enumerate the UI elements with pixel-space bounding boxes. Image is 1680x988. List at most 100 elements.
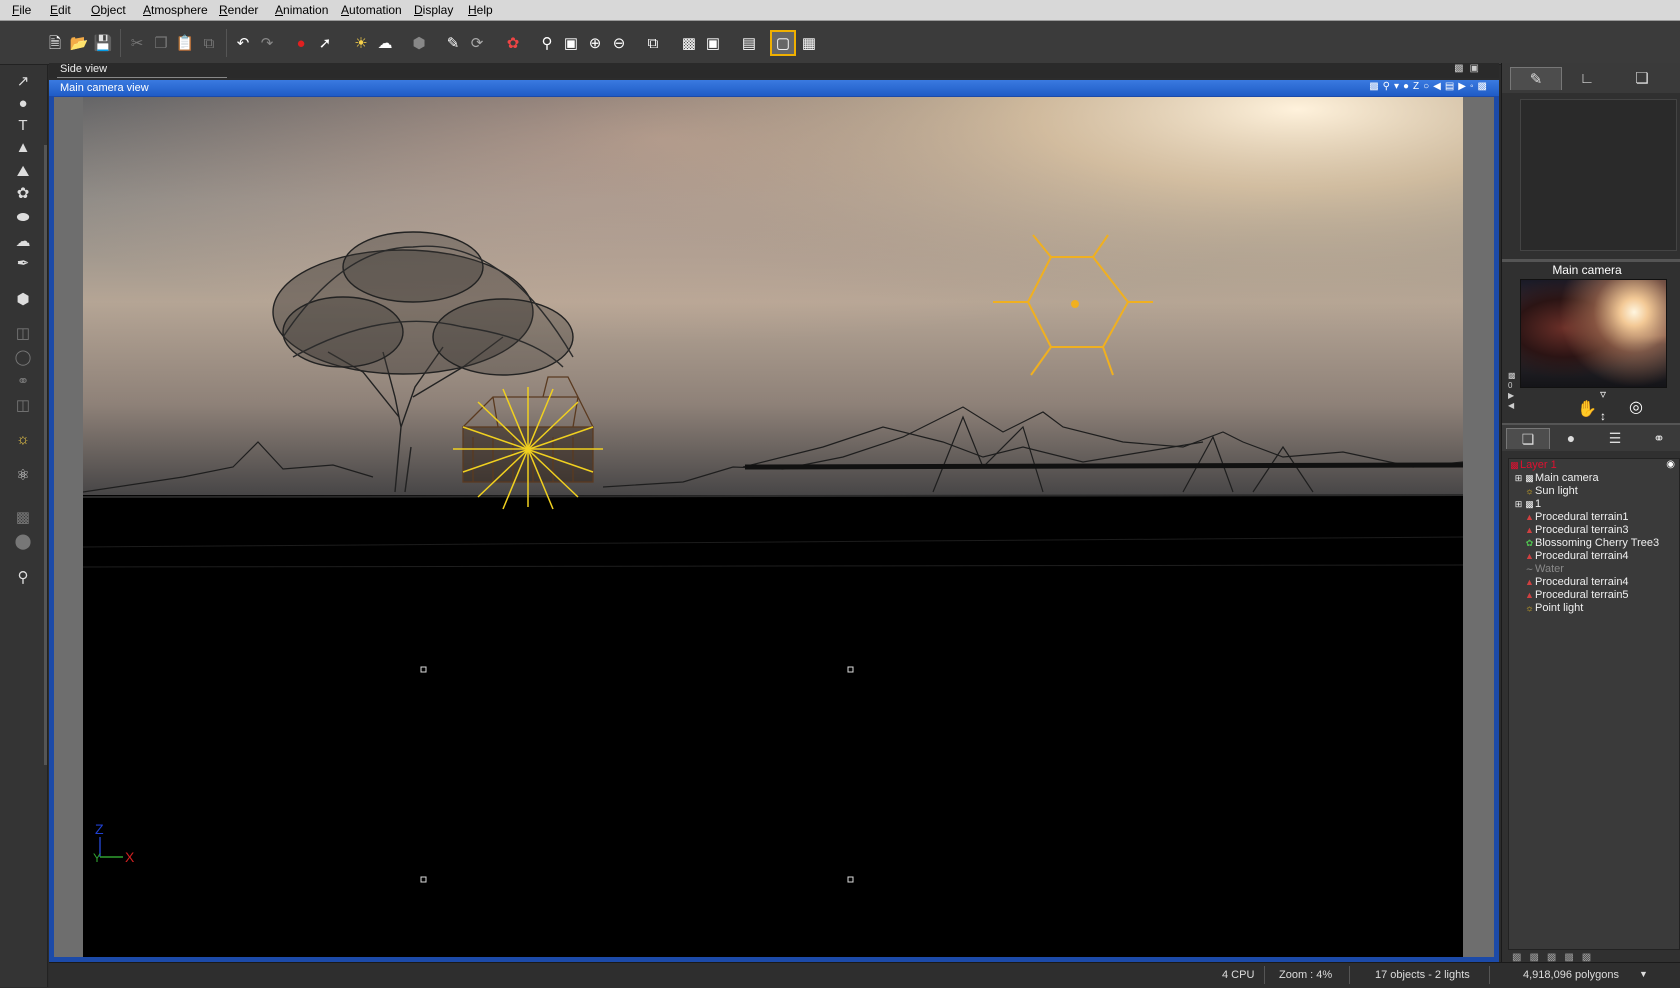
textures-tab-icon[interactable]: ☰ bbox=[1594, 428, 1636, 448]
render-area-icon[interactable]: ▩ bbox=[678, 32, 700, 54]
view-display-options-icon[interactable]: ▩⚲▾●Z○◀▤▶◦▩ bbox=[1369, 81, 1491, 92]
cloud-icon[interactable]: ☁ bbox=[13, 231, 33, 251]
open-file-icon[interactable]: 📂 bbox=[68, 32, 90, 54]
menu-render[interactable]: Render bbox=[219, 3, 258, 17]
sphere-icon[interactable]: ● bbox=[13, 93, 33, 113]
metablob-icon[interactable]: ⬤ bbox=[13, 531, 33, 551]
objects-list-tab-icon[interactable]: ❏ bbox=[1506, 428, 1550, 449]
save-icon[interactable]: 💾 bbox=[92, 32, 114, 54]
tree-item-point-light[interactable]: ☼Point light bbox=[1513, 602, 1583, 615]
menu-display[interactable]: Display bbox=[414, 3, 453, 17]
camera-preview-image[interactable] bbox=[1520, 279, 1667, 388]
tilt-up-icon[interactable]: ▿ bbox=[1600, 387, 1606, 401]
animation-clapper-icon[interactable]: ▤ bbox=[738, 32, 760, 54]
polygon-count: 4,918,096 polygons bbox=[1523, 969, 1620, 981]
camera-preview-side-icons[interactable]: ▩ 0 ▶ ◀ bbox=[1508, 371, 1518, 421]
side-view-window-controls[interactable]: ▩▣ bbox=[1454, 63, 1485, 74]
undo-icon[interactable]: ↶ bbox=[232, 32, 254, 54]
light-icon[interactable]: ☼ bbox=[13, 429, 33, 449]
pan-hand-icon[interactable]: ✋ bbox=[1577, 399, 1597, 419]
sky-icon[interactable]: ☀ bbox=[350, 32, 372, 54]
zoom-out-icon[interactable]: ⊖ bbox=[608, 32, 630, 54]
main-toolbar: 🗎 📂 💾 ✂ ❐ 📋 ⧉ ↶ ↷ ● ➚ ☀ ☁ ⬢ ✎ ⟳ ✿ ⚲ ▣ ⊕ … bbox=[0, 21, 1680, 65]
menu-automation[interactable]: Automation bbox=[341, 3, 402, 17]
fit-view-icon[interactable]: ⧉ bbox=[642, 32, 664, 54]
toolbar-resize-handle[interactable] bbox=[44, 145, 47, 765]
zoom-in-icon[interactable]: ⊕ bbox=[584, 32, 606, 54]
new-file-icon[interactable]: 🗎 bbox=[44, 32, 66, 54]
menu-file[interactable]: File bbox=[12, 3, 31, 17]
aspect-panel bbox=[1520, 99, 1677, 251]
menu-animation[interactable]: Animation bbox=[275, 3, 328, 17]
zoom-region-icon[interactable]: ▣ bbox=[560, 32, 582, 54]
tree-item-water[interactable]: ∼ Water bbox=[1513, 563, 1564, 576]
dolly-arrows-icon[interactable]: ↕ bbox=[1600, 409, 1606, 423]
menu-edit[interactable]: Edit bbox=[50, 3, 71, 17]
status-dropdown-icon[interactable]: ▼ bbox=[1639, 969, 1648, 979]
select-tool-icon[interactable]: ➚ bbox=[314, 32, 336, 54]
scene-graphics: Z Y X bbox=[83, 97, 1463, 957]
edit-object-icon[interactable]: ✎ bbox=[442, 32, 464, 54]
render-scene-icon[interactable]: ▣ bbox=[702, 32, 724, 54]
torus-icon[interactable]: ◯ bbox=[13, 347, 33, 367]
tree-item-terrain[interactable]: ▲Procedural terrain3 bbox=[1513, 524, 1629, 537]
stack-icon[interactable]: ◫ bbox=[13, 395, 33, 415]
layer-visibility-eye-icon[interactable]: ◉ bbox=[1666, 459, 1675, 470]
cut-icon[interactable]: ✂ bbox=[126, 32, 148, 54]
redo-icon[interactable]: ↷ bbox=[256, 32, 278, 54]
select-object-icon[interactable]: ● bbox=[290, 32, 312, 54]
single-view-icon[interactable]: ▢ bbox=[770, 30, 796, 56]
main-camera-view-label: Main camera view bbox=[60, 82, 149, 94]
tree-item-sun-light[interactable]: ☼Sun light bbox=[1513, 485, 1577, 498]
tree-item-main-camera[interactable]: ⊞ ▩Main camera bbox=[1513, 472, 1599, 485]
color-palette-icon[interactable]: ✿ bbox=[502, 32, 524, 54]
brush-icon[interactable]: ✒ bbox=[13, 253, 33, 273]
boolean-icon[interactable]: ⚭ bbox=[13, 371, 33, 391]
panel-divider[interactable] bbox=[1502, 259, 1680, 262]
menu-atmosphere[interactable]: Atmosphere bbox=[143, 3, 208, 17]
menu-help[interactable]: Help bbox=[468, 3, 493, 17]
tree-item-group[interactable]: ⊞ ▩1 bbox=[1513, 498, 1541, 511]
brush-tab-icon[interactable]: ✎ bbox=[1510, 67, 1562, 90]
object-creation-toolbar: ↗ ● T ▲ ⛰ ✿ ⬬ ☁ ✒ ⬢ ◫ ◯ ⚭ ◫ ☼ ⚛ ▩ ⬤ ⚲ bbox=[0, 65, 48, 987]
copy-icon[interactable]: ❐ bbox=[150, 32, 172, 54]
terrain-icon[interactable]: ▲ bbox=[13, 137, 33, 157]
axis-z-label: Z bbox=[95, 821, 104, 837]
tree-item-terrain[interactable]: ▲Procedural terrain5 bbox=[1513, 589, 1629, 602]
aspect-tabs: ✎ ∟ ❏ bbox=[1502, 63, 1680, 93]
main-camera-view-titlebar[interactable]: Main camera view ▩⚲▾●Z○◀▤▶◦▩ bbox=[49, 80, 1499, 96]
orbit-eye-icon[interactable]: ◎ bbox=[1629, 397, 1643, 417]
library-icon[interactable]: ⚲ bbox=[13, 567, 33, 587]
objects-tab-icon[interactable]: ❏ bbox=[1617, 67, 1667, 89]
tree-item-terrain[interactable]: ▲Procedural terrain1 bbox=[1513, 511, 1629, 524]
main-camera-view-window: Main camera view ▩⚲▾●Z○◀▤▶◦▩ Z Y X bbox=[49, 80, 1499, 962]
tree-item-terrain[interactable]: ▲Procedural terrain4 bbox=[1513, 550, 1629, 563]
group-icon[interactable]: ▩ bbox=[13, 507, 33, 527]
render-preview-scene[interactable]: Z Y X bbox=[83, 97, 1463, 957]
duplicate-icon[interactable]: ⧉ bbox=[198, 32, 220, 54]
tree-item-plant[interactable]: ✿ Blossoming Cherry Tree3 bbox=[1513, 537, 1659, 550]
material-icon[interactable]: ⬢ bbox=[408, 32, 430, 54]
egg-icon[interactable]: ⬬ bbox=[13, 207, 33, 227]
clouds-icon[interactable]: ☁ bbox=[374, 32, 396, 54]
molecule-icon[interactable]: ⚛ bbox=[13, 465, 33, 485]
paste-icon[interactable]: 📋 bbox=[174, 32, 196, 54]
multi-view-icon[interactable]: ▦ bbox=[798, 32, 820, 54]
rocks-icon[interactable]: ⛰ bbox=[13, 161, 33, 181]
viewport[interactable]: Z Y X bbox=[54, 97, 1494, 957]
select-arrow-icon[interactable]: ↗ bbox=[13, 71, 33, 91]
scene-object-tree: ▩Layer 1 ⊞ ▩Main camera ☼Sun light ⊞ ▩1 ▲P… bbox=[1508, 458, 1680, 950]
ruler-tab-icon[interactable]: ∟ bbox=[1562, 67, 1612, 89]
tree-item-terrain[interactable]: ▲Procedural terrain4 bbox=[1513, 576, 1629, 589]
text-icon[interactable]: T bbox=[13, 115, 33, 135]
zoom-object-icon[interactable]: ⚲ bbox=[536, 32, 558, 54]
menu-object[interactable]: Object bbox=[91, 3, 126, 17]
cube-icon[interactable]: ⬢ bbox=[13, 289, 33, 309]
plant-icon[interactable]: ✿ bbox=[13, 183, 33, 203]
cylinder-icon[interactable]: ◫ bbox=[13, 323, 33, 343]
materials-tab-icon[interactable]: ● bbox=[1550, 428, 1592, 448]
side-view-label[interactable]: Side view bbox=[60, 63, 107, 75]
links-tab-icon[interactable]: ⚭ bbox=[1638, 428, 1680, 448]
tree-item-layer[interactable]: ▩Layer 1 bbox=[1509, 459, 1556, 472]
rotate-icon[interactable]: ⟳ bbox=[466, 32, 488, 54]
